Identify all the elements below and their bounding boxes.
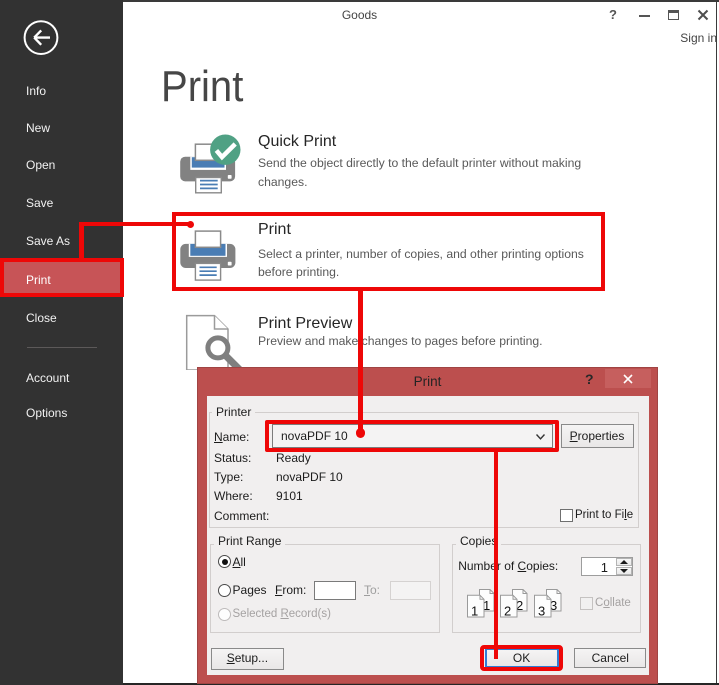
svg-text:2: 2 (504, 604, 511, 618)
svg-text:1: 1 (471, 604, 478, 618)
svg-text:3: 3 (538, 604, 545, 618)
